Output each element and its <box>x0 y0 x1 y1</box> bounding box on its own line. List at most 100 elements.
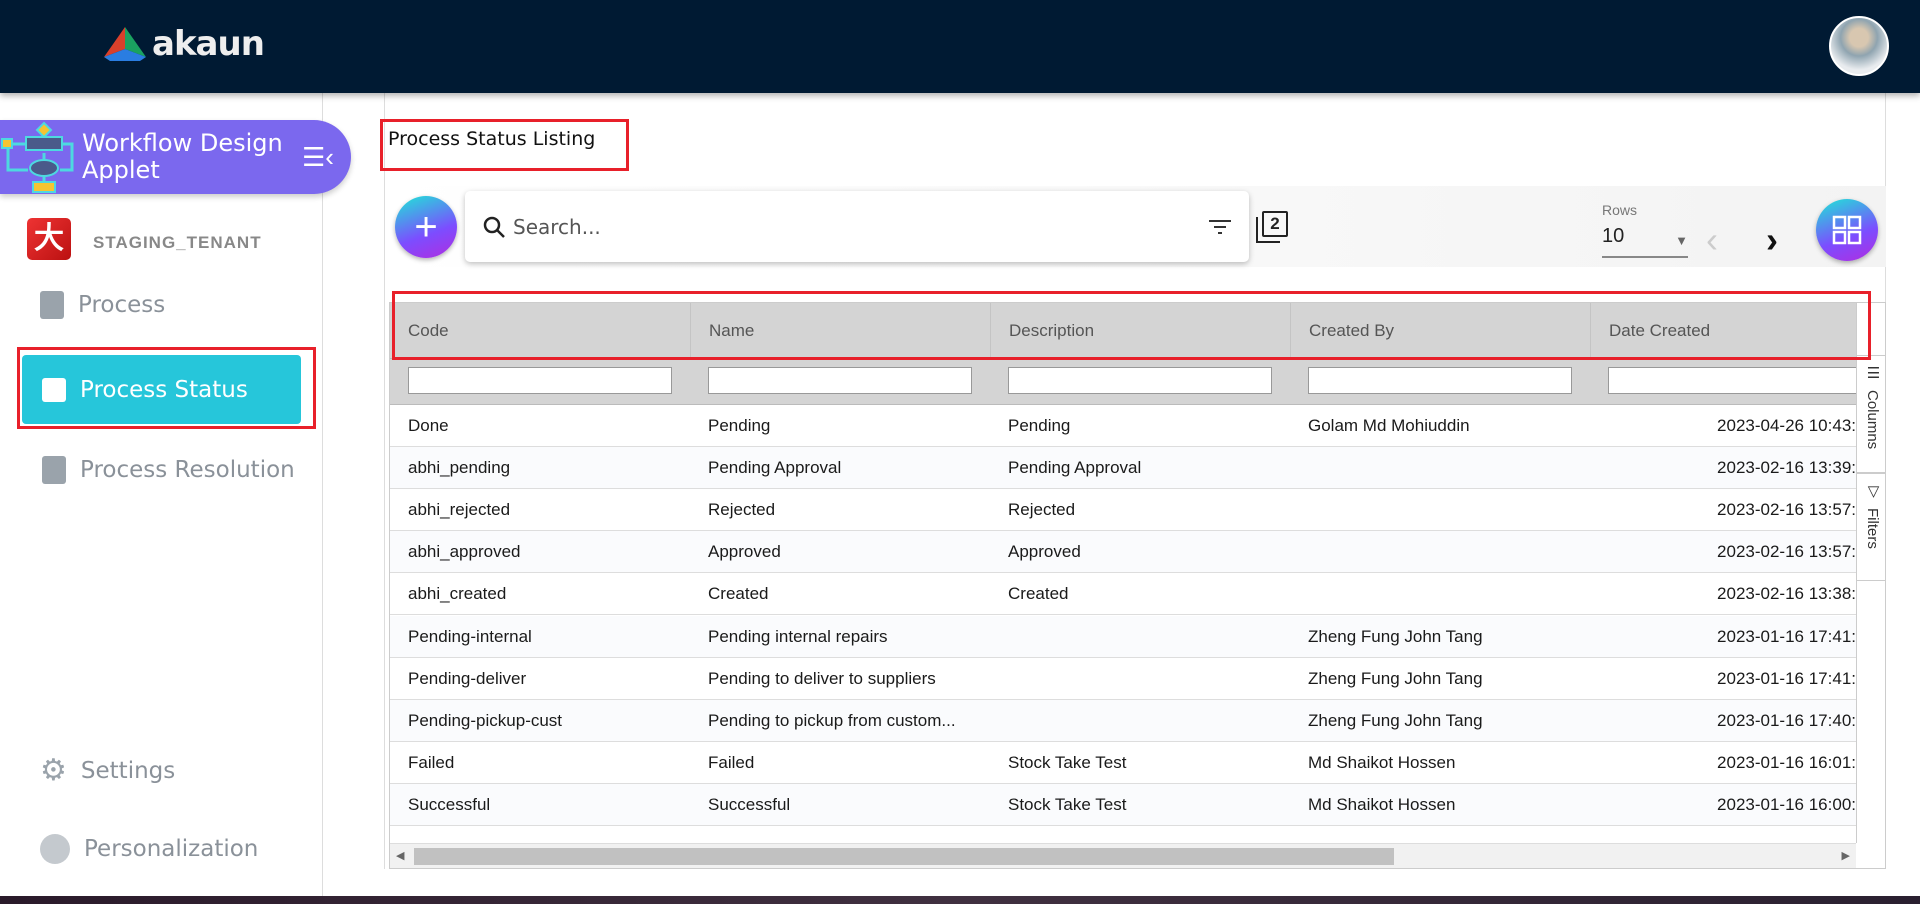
filter-description-input[interactable] <box>1008 367 1272 394</box>
sidebar-item-settings[interactable]: ⚙ Settings <box>40 753 175 788</box>
sidebar-item-process-resolution[interactable]: Process Resolution <box>42 456 295 484</box>
sidebar-item-personalization[interactable]: Personalization <box>40 834 258 864</box>
column-header-name[interactable]: Name <box>690 303 990 359</box>
tenant-name: STAGING_TENANT <box>93 233 262 252</box>
column-header-description[interactable]: Description <box>990 303 1290 359</box>
rows-value: 10 <box>1602 225 1625 247</box>
sidebar-item-process[interactable]: Process <box>40 291 165 319</box>
cell-created-by: Md Shaikot Hossen <box>1308 752 1456 772</box>
document-icon <box>40 291 64 319</box>
gear-icon: ⚙ <box>40 753 67 788</box>
dropdown-arrow-icon: ▼ <box>1675 233 1688 248</box>
cell-name: Rejected <box>708 500 776 520</box>
table-row[interactable]: Done Pending Pending Golam Md Mohiuddin 2023… <box>390 405 1856 447</box>
table-row[interactable]: Pending-internal Pending internal repairs… <box>390 615 1856 658</box>
cell-code: Pending-deliver <box>408 668 527 688</box>
filters-tab-label: Filters <box>1864 508 1881 549</box>
table-row[interactable]: abhi_rejected Rejected Rejected 2023-02-16 … <box>390 489 1856 532</box>
table-row[interactable]: Successful Successful Stock Take Test Md Sh… <box>390 783 1856 826</box>
copy-icon[interactable]: 2 <box>1256 211 1288 243</box>
applet-banner: Workflow Design Applet ☰‹ <box>0 120 351 194</box>
table-row[interactable]: Pending-pickup-cust Pending to pickup fro… <box>390 699 1856 742</box>
document-icon <box>42 456 66 484</box>
cell-name: Pending to pickup from custom... <box>708 710 956 730</box>
top-bar: akaun <box>0 0 1920 93</box>
horizontal-scrollbar[interactable]: ◀ ▶ <box>390 843 1856 868</box>
columns-tab-label: Columns <box>1864 390 1881 450</box>
cell-code: Pending-pickup-cust <box>408 710 563 730</box>
table-row[interactable]: Failed Failed Stock Take Test Md Shaikot Ho… <box>390 742 1856 784</box>
cell-date-created: 2023-01-16 17:41: <box>1717 668 1856 688</box>
cell-date-created: 2023-02-16 13:57: <box>1717 542 1856 562</box>
filter-date-input[interactable] <box>1608 367 1868 394</box>
cell-name: Pending <box>708 416 771 435</box>
collapse-menu-icon[interactable]: ☰‹ <box>302 142 334 173</box>
sidebar-item-label: Process <box>78 292 166 318</box>
table-row[interactable]: abhi_created Created Created 2023-02-16 13:… <box>390 573 1856 616</box>
cell-name: Pending Approval <box>708 458 842 478</box>
cell-date-created: 2023-02-16 13:39: <box>1717 458 1856 478</box>
cell-created-by: Zheng Fung John Tang <box>1308 668 1483 688</box>
cell-description: Pending Approval <box>1008 458 1142 478</box>
columns-tab[interactable]: ☰ Columns <box>1857 355 1885 473</box>
column-header-date-created[interactable]: Date Created <box>1590 303 1885 359</box>
cell-name: Successful <box>708 794 791 814</box>
search-icon <box>483 216 505 238</box>
add-button[interactable]: + <box>395 196 457 258</box>
cell-name: Approved <box>708 542 781 562</box>
cell-date-created: 2023-02-16 13:38: <box>1717 584 1856 604</box>
cell-name: Created <box>708 584 769 604</box>
columns-icon: ☰ <box>1864 364 1882 382</box>
column-header-created-by[interactable]: Created By <box>1290 303 1590 359</box>
plus-icon: + <box>414 204 438 249</box>
tenant-logo: 大 <box>27 218 71 260</box>
cell-date-created: 2023-01-16 17:40: <box>1717 710 1856 730</box>
logo-text: akaun <box>152 24 265 64</box>
bottom-strip <box>0 896 1920 904</box>
grid-view-button[interactable] <box>1816 199 1878 261</box>
rows-label: Rows <box>1602 202 1638 218</box>
cell-code: abhi_approved <box>408 542 521 562</box>
funnel-icon: ▽ <box>1864 482 1882 500</box>
side-bar: ☰ Columns ▽ Filters <box>1856 303 1885 843</box>
copy-count: 2 <box>1262 211 1288 237</box>
search-box[interactable] <box>465 191 1249 262</box>
rows-select[interactable]: 10 ▼ <box>1602 225 1688 258</box>
sidebar-item-label: Process Resolution <box>80 457 295 483</box>
filter-created-by-input[interactable] <box>1308 367 1572 394</box>
cell-date-created: 2023-01-16 16:00: <box>1717 794 1856 814</box>
cell-name: Pending to deliver to suppliers <box>708 668 936 688</box>
search-input[interactable] <box>513 214 1209 239</box>
filter-name-input[interactable] <box>708 367 972 394</box>
filter-row <box>390 359 1868 405</box>
filter-code-input[interactable] <box>408 367 672 394</box>
cell-name: Pending internal repairs <box>708 626 888 646</box>
sidebar-item-label: Process Status <box>80 376 248 403</box>
table-row[interactable]: abhi_approved Approved Approved 2023-02-16 … <box>390 531 1856 574</box>
cell-date-created: 2023-01-16 16:01: <box>1717 752 1856 772</box>
chart-icon <box>42 377 66 402</box>
data-grid: Code Name Description Created By Date Cr… <box>389 302 1886 869</box>
table-row[interactable]: abhi_pending Pending Approval Pending Appr… <box>390 447 1856 490</box>
cell-description: Pending <box>1008 416 1071 435</box>
filter-icon[interactable] <box>1209 219 1231 235</box>
scroll-thumb[interactable] <box>414 848 1394 865</box>
scroll-right-icon[interactable]: ▶ <box>1842 849 1850 862</box>
table-row[interactable]: Pending-deliver Pending to deliver to sup… <box>390 658 1856 700</box>
cell-code: Done <box>408 416 449 435</box>
page-title: Process Status Listing <box>388 128 596 150</box>
prev-page-button[interactable]: ‹ <box>1706 222 1718 258</box>
person-icon <box>40 834 70 864</box>
cell-date-created: 2023-02-16 13:57: <box>1717 500 1856 520</box>
akaun-logo[interactable]: akaun <box>104 24 265 64</box>
column-header-code[interactable]: Code <box>390 303 690 359</box>
cell-code: Pending-internal <box>408 626 532 646</box>
sidebar-item-label: Personalization <box>84 836 259 862</box>
cell-code: abhi_pending <box>408 458 511 478</box>
sidebar-item-process-status[interactable]: Process Status <box>22 355 301 424</box>
scroll-left-icon[interactable]: ◀ <box>396 849 404 862</box>
filters-tab[interactable]: ▽ Filters <box>1857 473 1885 581</box>
next-page-button[interactable]: › <box>1766 222 1778 258</box>
grid-header: Code Name Description Created By Date Cr… <box>390 303 1856 359</box>
user-avatar[interactable] <box>1829 16 1889 76</box>
